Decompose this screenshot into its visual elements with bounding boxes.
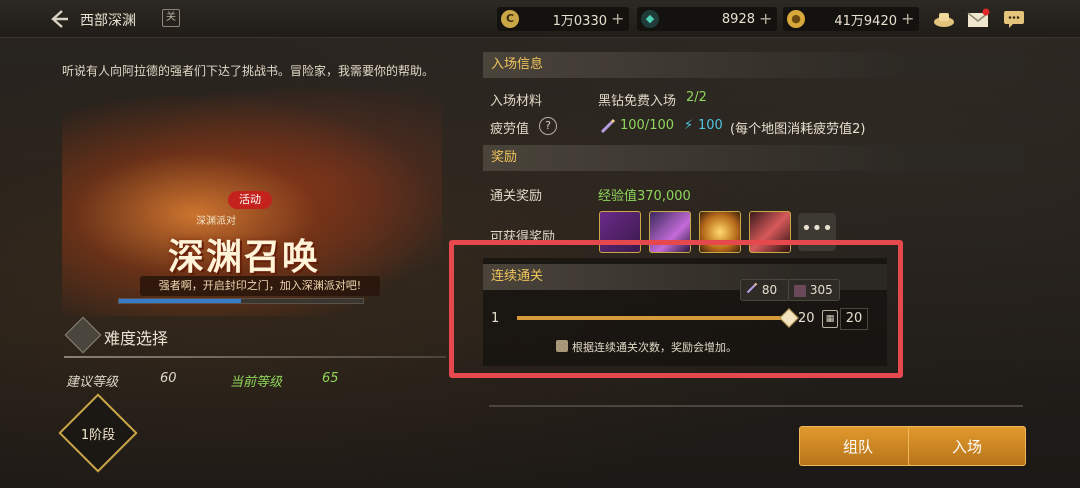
event-progress-fill <box>119 299 241 303</box>
current-level-value: 65 <box>322 371 339 386</box>
banner-caption: 强者啊，开启封印之门，加入深渊派对吧! <box>140 276 380 296</box>
currency-crystal: ◆ 8928 + <box>637 7 777 31</box>
coin-icon: C <box>501 10 519 28</box>
entry-info-header: 入场信息 <box>483 52 1023 78</box>
add-currency-button[interactable]: + <box>759 8 773 30</box>
entry-material-value: 黑钻免费入场 <box>598 94 677 109</box>
clear-reward-value: 经验值370,000 <box>598 189 691 204</box>
currency-value: 1万0330 <box>552 13 607 29</box>
entry-material-label: 入场材料 <box>490 94 543 109</box>
help-icon[interactable]: ? <box>539 117 557 135</box>
bottom-divider <box>489 405 1023 407</box>
recommended-level-label: 建议等级 <box>66 375 119 390</box>
current-level-label: 当前等级 <box>230 375 283 390</box>
enter-button[interactable]: 入场 <box>908 426 1026 466</box>
currency-gold-coin: C 1万0330 + <box>497 7 629 31</box>
currency-value: 8928 <box>721 11 755 27</box>
entry-material-count: 2/2 <box>686 90 707 105</box>
crystal-icon: ◆ <box>641 10 659 28</box>
difficulty-label[interactable]: 难度选择 <box>104 325 168 349</box>
intro-text: 听说有人向阿拉德的强者们下达了挑战书。冒险家，我需要你的帮助。 <box>62 64 435 78</box>
add-currency-button[interactable]: + <box>611 8 625 30</box>
gold-icon: ● <box>787 10 805 28</box>
fatigue-value: 100/100 <box>620 118 675 133</box>
banner-title: 深渊召唤 <box>168 237 321 278</box>
event-progress-bar <box>118 298 364 304</box>
fatigue-label: 疲劳值 <box>490 122 530 137</box>
add-currency-button[interactable]: + <box>901 8 915 30</box>
chat-icon[interactable] <box>1002 8 1026 30</box>
back-arrow-icon[interactable] <box>48 8 72 30</box>
bolt-icon: ⚡ <box>684 118 694 133</box>
map-icon[interactable]: 关 <box>162 9 180 27</box>
fatigue-icon <box>600 118 616 138</box>
treasure-icon[interactable] <box>932 8 956 30</box>
page-title: 西部深渊 <box>80 13 136 29</box>
currency-value: 41万9420 <box>834 13 897 29</box>
highlight-frame <box>449 240 903 378</box>
stage-label: 1阶段 <box>80 428 116 443</box>
mail-icon[interactable] <box>966 8 990 30</box>
divider <box>64 356 446 358</box>
currency-gold: ● 41万9420 + <box>783 7 919 31</box>
team-button[interactable]: 组队 <box>799 426 917 466</box>
event-badge: 活动 <box>228 191 272 209</box>
recommended-level-value: 60 <box>160 371 177 386</box>
clear-reward-label: 通关奖励 <box>490 189 543 204</box>
fatigue-note: (每个地图消耗疲劳值2) <box>730 122 866 137</box>
reward-header: 奖励 <box>483 145 1023 171</box>
bolt-value: 100 <box>698 118 723 133</box>
top-bar: 西部深渊 关 C 1万0330 + ◆ 8928 + ● 41万9420 + <box>0 0 1080 38</box>
banner-subtitle: 深渊派对 <box>196 216 236 227</box>
